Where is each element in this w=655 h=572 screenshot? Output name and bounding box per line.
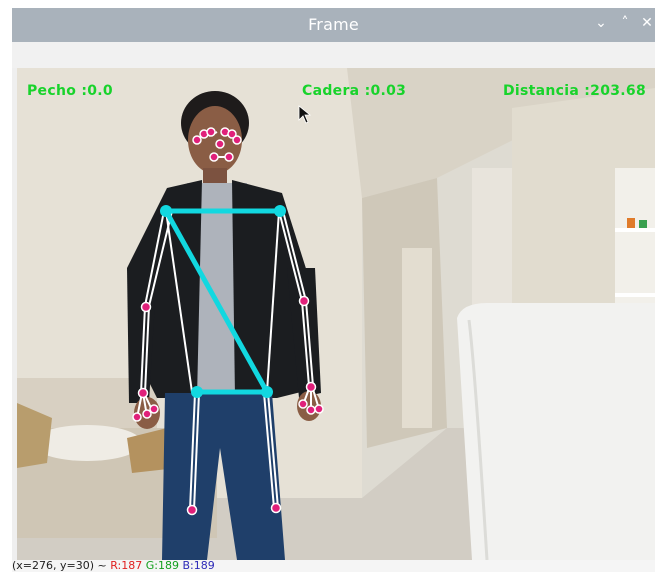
frame-window: Frame ⌄ ˄ ✕ Pecho:0.0 Cadera:0.03 Dist…	[12, 8, 655, 572]
video-frame[interactable]: Pecho :0.0 Cadera :0.03 Distancia :203.6…	[17, 68, 655, 560]
cadera-readout: Cadera :0.03	[302, 83, 407, 99]
camera-scene	[17, 68, 655, 560]
left-shoulder-joint	[160, 205, 172, 217]
right-hip-joint	[261, 386, 273, 398]
mouth-landmark	[224, 152, 234, 162]
pecho-readout: Pecho :0.0	[27, 83, 113, 99]
left-knee-joint	[186, 504, 198, 516]
mouth-landmark	[209, 152, 219, 162]
distancia-readout: Distancia :203.68	[503, 83, 647, 99]
right-hand-joint	[306, 405, 316, 415]
left-hand-joint	[132, 412, 142, 422]
left-wrist-joint	[137, 387, 149, 399]
title-bar[interactable]: Frame ⌄ ˄ ✕	[12, 8, 655, 42]
window-title: Frame	[308, 15, 359, 34]
close-icon[interactable]: ✕	[637, 13, 655, 33]
left-hand-joint	[149, 404, 159, 414]
cursor-coordinates: (x=276, y=30) ~	[12, 559, 111, 572]
right-knee-joint	[270, 502, 282, 514]
right-elbow-joint	[298, 295, 310, 307]
status-bar: (x=276, y=30) ~ R:187 G:189 B:189	[12, 560, 655, 572]
pixel-green-value: G:189	[145, 559, 179, 572]
left-elbow-joint	[140, 301, 152, 313]
chevron-down-icon[interactable]: ⌄	[591, 13, 611, 33]
right-hand-joint	[314, 404, 324, 414]
right-hand-joint	[298, 399, 308, 409]
chevron-up-icon[interactable]: ˄	[615, 13, 635, 33]
pixel-red-value: R:187	[110, 559, 143, 572]
right-wrist-joint	[305, 381, 317, 393]
left-hip-joint	[191, 386, 203, 398]
face-landmark	[232, 135, 242, 145]
nose-landmark	[215, 139, 225, 149]
pixel-blue-value: B:189	[182, 559, 215, 572]
face-landmark	[192, 135, 202, 145]
face-landmark	[206, 127, 216, 137]
toolbar-area	[12, 42, 655, 68]
right-shoulder-joint	[274, 205, 286, 217]
